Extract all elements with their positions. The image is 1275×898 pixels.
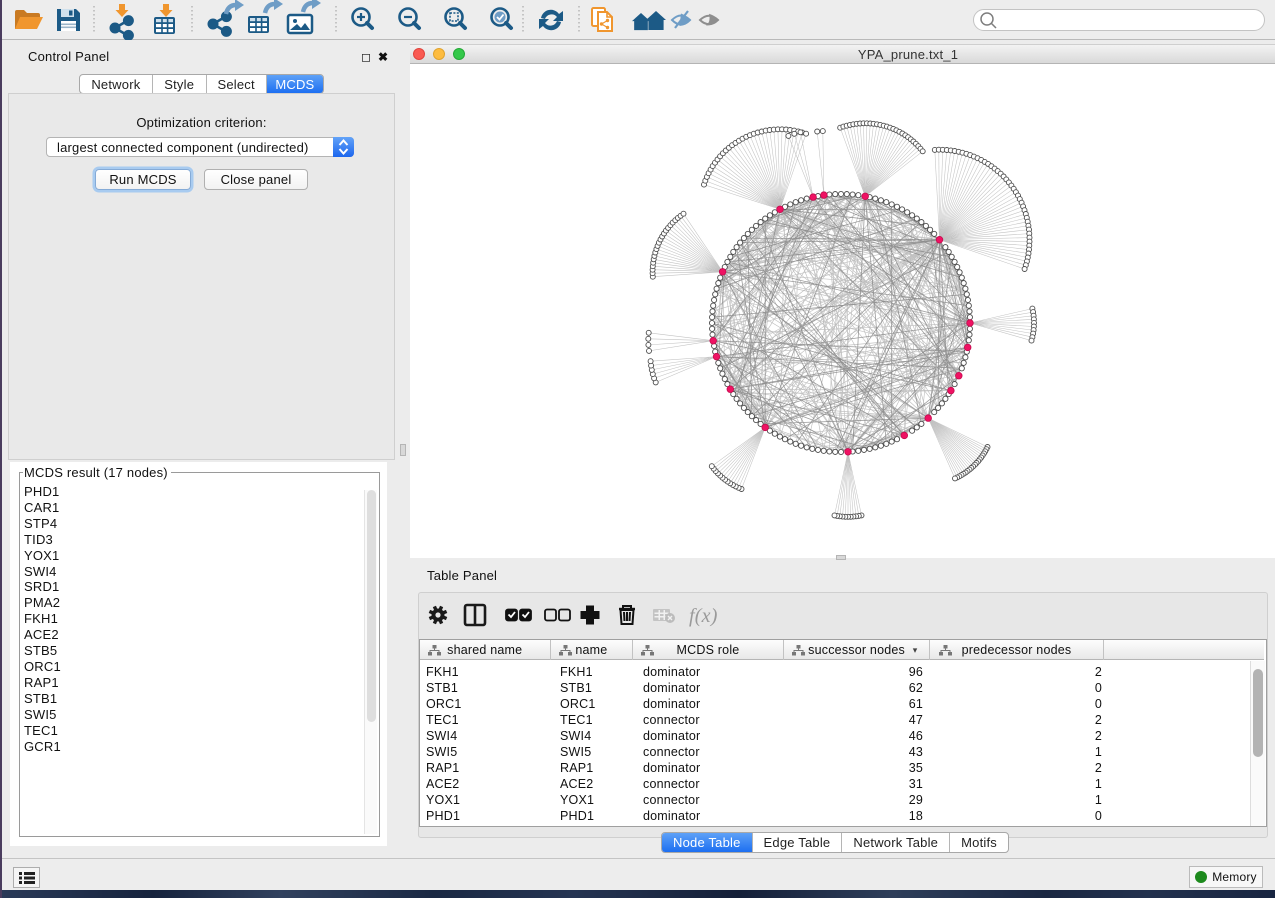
svg-text:f(x): f(x): [689, 605, 718, 627]
